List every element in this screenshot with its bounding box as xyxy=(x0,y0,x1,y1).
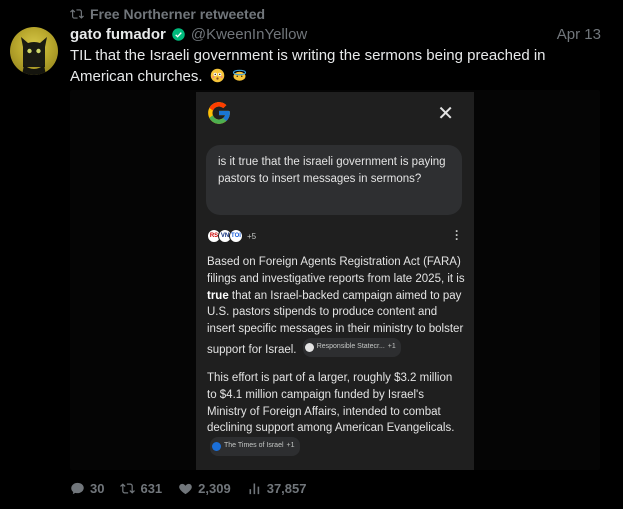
citation-label: The Times of Israel xyxy=(224,442,284,450)
more-options-icon: · · · xyxy=(455,224,459,246)
source-favicon-icon xyxy=(212,442,221,452)
retweet-label: Free Northerner retweeted xyxy=(90,6,266,22)
tweet-header: gato fumador @KweenInYellow xyxy=(70,25,307,43)
author-name[interactable]: gato fumador xyxy=(70,26,166,43)
tweet-body: TIL that the Israeli government is writi… xyxy=(70,47,546,85)
reply-count: 30 xyxy=(90,480,105,496)
google-logo-icon xyxy=(208,102,230,124)
query-bubble: is it true that the israeli government i… xyxy=(206,145,462,215)
author-handle[interactable]: @KweenInYellow xyxy=(191,26,307,43)
tweet-date[interactable]: Apr 13 xyxy=(557,26,601,43)
citation-more: +1 xyxy=(286,442,295,450)
retweet-count: 631 xyxy=(140,480,163,496)
view-count: 37,857 xyxy=(266,480,307,496)
cat-avatar-image xyxy=(21,37,47,75)
google-ai-screenshot: ✕ is it true that the israeli government… xyxy=(196,92,474,470)
answer-paragraph-2: This effort is part of a larger, roughly… xyxy=(207,370,465,458)
heart-icon xyxy=(179,483,192,494)
flushed-face-icon xyxy=(210,68,224,83)
retweet-indicator[interactable]: Free Northerner retweeted xyxy=(70,5,265,23)
views-chart-icon xyxy=(249,483,259,494)
avatar[interactable] xyxy=(10,27,58,75)
source-icon: TOI xyxy=(229,229,243,243)
retweet-icon xyxy=(120,482,136,494)
like-button[interactable]: 2,309 xyxy=(178,481,231,496)
citation-chip: The Times of Israel +1 xyxy=(210,437,300,456)
citation-more: +1 xyxy=(387,342,396,350)
dizzy-face-icon xyxy=(232,69,246,81)
reply-button[interactable]: 30 xyxy=(70,481,104,496)
answer-paragraph-1: Based on Foreign Agents Registration Act… xyxy=(207,254,465,359)
source-icons: RS VN TOI +5 xyxy=(207,229,256,243)
retweet-icon xyxy=(70,9,84,19)
reply-icon xyxy=(71,482,84,494)
verified-badge-icon xyxy=(172,27,185,41)
more-sources-count: +5 xyxy=(247,231,257,241)
close-icon[interactable]: ✕ xyxy=(437,103,454,123)
citation-label: Responsible Statecr... xyxy=(316,342,385,350)
answer-text: Based on Foreign Agents Registration Act… xyxy=(207,256,465,285)
retweet-button[interactable]: 631 xyxy=(120,481,162,496)
source-favicon-icon xyxy=(304,342,314,352)
citation-chip: Responsible Statecr... +1 xyxy=(302,337,401,357)
tweet-actions: 30 631 2,309 37,857 xyxy=(70,479,322,497)
answer-text: This effort is part of a larger, roughly… xyxy=(207,372,455,435)
views-button[interactable]: 37,857 xyxy=(247,480,307,496)
like-count: 2,309 xyxy=(198,480,231,496)
tweet-text: TIL that the Israeli government is writi… xyxy=(70,45,590,87)
answer-bold: true xyxy=(207,289,229,302)
